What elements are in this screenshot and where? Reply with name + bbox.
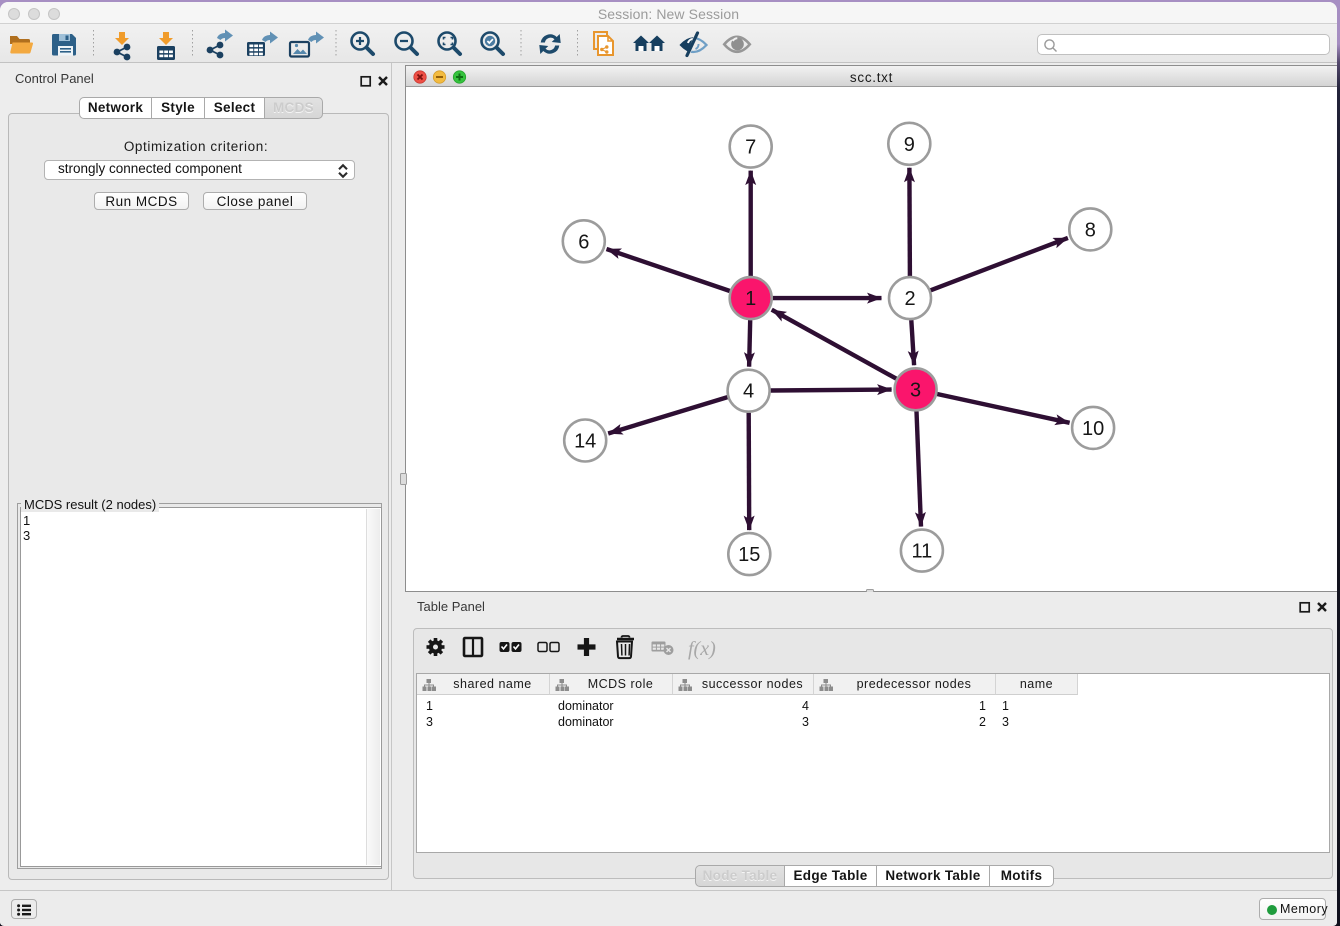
svg-text:14: 14 xyxy=(574,430,596,452)
svg-text:7: 7 xyxy=(745,136,756,158)
svg-text:4: 4 xyxy=(743,380,754,402)
svg-text:f(x): f(x) xyxy=(688,638,716,660)
svg-text:1: 1 xyxy=(745,288,756,310)
svg-text:11: 11 xyxy=(912,540,933,562)
svg-text:10: 10 xyxy=(1082,417,1104,439)
svg-text:15: 15 xyxy=(738,544,760,566)
svg-text:3: 3 xyxy=(910,379,921,401)
svg-text:2: 2 xyxy=(904,288,915,310)
svg-text:8: 8 xyxy=(1085,219,1096,241)
svg-text:6: 6 xyxy=(578,231,589,253)
svg-text:9: 9 xyxy=(904,133,915,155)
